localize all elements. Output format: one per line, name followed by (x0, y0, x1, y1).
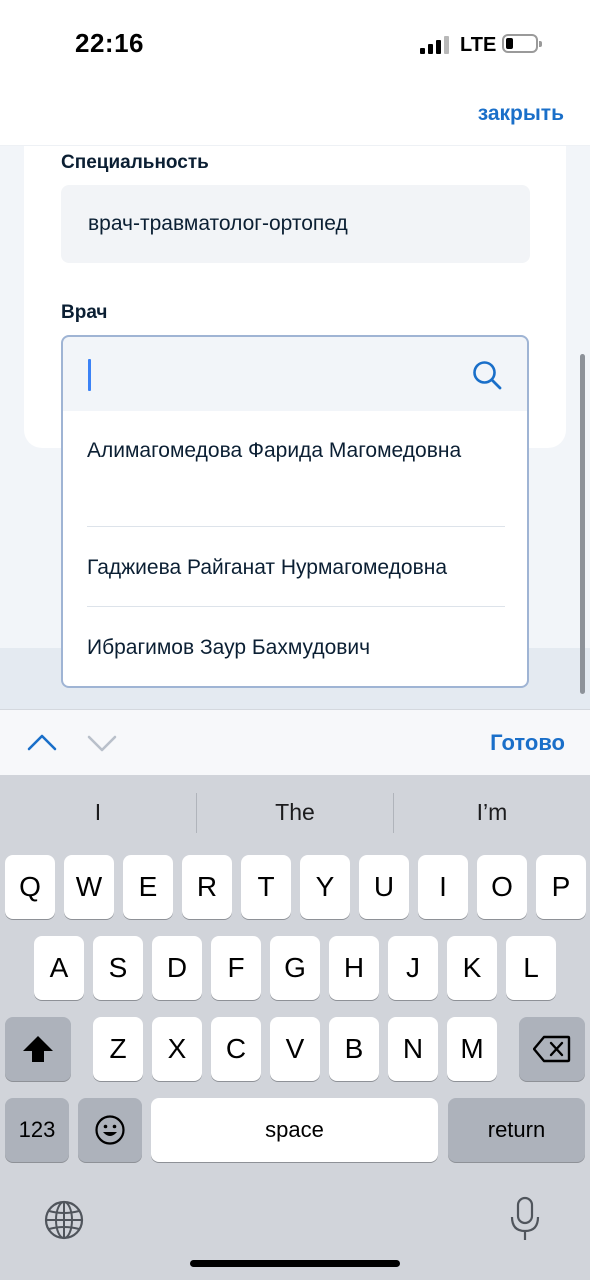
shift-key[interactable] (5, 1017, 71, 1081)
backspace-icon (533, 1035, 571, 1063)
key-z[interactable]: Z (93, 1017, 143, 1081)
home-indicator (190, 1260, 400, 1267)
key-label: Y (315, 871, 335, 902)
key-label: W (75, 871, 103, 902)
key-s[interactable]: S (93, 936, 143, 1000)
key-p[interactable]: P (536, 855, 586, 919)
doctor-option[interactable]: Алимагомедова Фарида Магомедовна (87, 433, 505, 469)
scrollbar[interactable] (580, 354, 585, 694)
key-m[interactable]: M (447, 1017, 497, 1081)
signal-icon (420, 36, 450, 54)
form-content: Специальность врач-травматолог-ортопед В… (0, 146, 590, 709)
key-label: M (460, 1033, 484, 1064)
key-label: I (439, 871, 447, 902)
key-l[interactable]: L (506, 936, 556, 1000)
divider (87, 606, 505, 607)
battery-icon (502, 34, 542, 53)
key-i[interactable]: I (418, 855, 468, 919)
emoji-key[interactable] (78, 1098, 142, 1162)
key-label: R (196, 871, 218, 902)
key-label: T (257, 871, 275, 902)
text-caret (88, 359, 91, 391)
key-e[interactable]: E (123, 855, 173, 919)
status-time: 22:16 (75, 28, 144, 58)
key-label: C (225, 1033, 247, 1064)
divider (87, 526, 505, 527)
key-label: S (108, 952, 128, 983)
doctor-option[interactable]: Ибрагимов Заур Бахмудович (87, 630, 505, 666)
key-label: O (491, 871, 513, 902)
key-c[interactable]: C (211, 1017, 261, 1081)
network-type: LTE (460, 34, 497, 56)
key-u[interactable]: U (359, 855, 409, 919)
key-label: B (344, 1033, 364, 1064)
key-g[interactable]: G (270, 936, 320, 1000)
key-label: X (167, 1033, 187, 1064)
suggestion-item[interactable]: I (0, 799, 196, 826)
key-f[interactable]: F (211, 936, 261, 1000)
key-h[interactable]: H (329, 936, 379, 1000)
key-d[interactable]: D (152, 936, 202, 1000)
key-q[interactable]: Q (5, 855, 55, 919)
key-label: U (373, 871, 395, 902)
key-r[interactable]: R (182, 855, 232, 919)
search-icon[interactable] (471, 359, 503, 391)
microphone-icon[interactable] (508, 1195, 542, 1243)
return-key-label: return (487, 1117, 546, 1142)
specialty-field[interactable]: врач-травматолог-ортопед (61, 185, 530, 263)
key-label: G (284, 952, 306, 983)
backspace-key[interactable] (519, 1017, 585, 1081)
key-n[interactable]: N (388, 1017, 438, 1081)
suggestion-item[interactable]: I’m (394, 799, 590, 826)
doctor-option[interactable]: Гаджиева Райганат Нурмагомедовна (87, 550, 505, 586)
key-label: J (406, 952, 420, 983)
chevron-up-icon[interactable] (26, 727, 58, 759)
keyboard: I The I’m 123 space return Q W E R T Y U… (0, 775, 590, 1280)
key-v[interactable]: V (270, 1017, 320, 1081)
doctor-search-input[interactable] (83, 351, 463, 397)
key-b[interactable]: B (329, 1017, 379, 1081)
specialty-value: врач-травматолог-ортопед (88, 212, 348, 235)
key-a[interactable]: A (34, 936, 84, 1000)
shift-icon (23, 1036, 53, 1062)
globe-icon[interactable] (43, 1199, 85, 1241)
key-label: A (49, 952, 69, 983)
key-label: F (227, 952, 245, 983)
key-t[interactable]: T (241, 855, 291, 919)
key-k[interactable]: K (447, 936, 497, 1000)
done-button[interactable]: Готово (490, 730, 565, 756)
space-key-label: space (265, 1117, 324, 1142)
key-y[interactable]: Y (300, 855, 350, 919)
key-o[interactable]: O (477, 855, 527, 919)
key-label: P (551, 871, 571, 902)
suggestion-item[interactable]: The (197, 799, 393, 826)
key-label: L (523, 952, 539, 983)
key-label: K (462, 952, 482, 983)
key-label: Q (19, 871, 41, 902)
doctor-dropdown: Алимагомедова Фарида Магомедовна Гаджиев… (61, 411, 529, 688)
doctor-label: Врач (61, 302, 108, 323)
numbers-key-label: 123 (18, 1117, 56, 1142)
top-bar: закрыть (0, 90, 590, 146)
key-label: D (166, 952, 188, 983)
chevron-down-icon[interactable] (86, 727, 118, 759)
return-key[interactable]: return (448, 1098, 585, 1162)
key-w[interactable]: W (64, 855, 114, 919)
battery-level (506, 38, 513, 49)
key-x[interactable]: X (152, 1017, 202, 1081)
close-button[interactable]: закрыть (478, 102, 564, 126)
key-label: Z (109, 1033, 127, 1064)
numbers-key[interactable]: 123 (5, 1098, 69, 1162)
emoji-icon (95, 1115, 125, 1145)
key-label: H (343, 952, 365, 983)
space-key[interactable]: space (151, 1098, 438, 1162)
key-label: N (402, 1033, 424, 1064)
status-bar: 22:16 LTE (0, 0, 590, 90)
specialty-label: Специальность (61, 152, 209, 173)
key-j[interactable]: J (388, 936, 438, 1000)
key-label: V (285, 1033, 305, 1064)
doctor-search-field[interactable] (61, 335, 529, 412)
keyboard-accessory-bar: Готово (0, 709, 590, 775)
key-label: E (138, 871, 158, 902)
